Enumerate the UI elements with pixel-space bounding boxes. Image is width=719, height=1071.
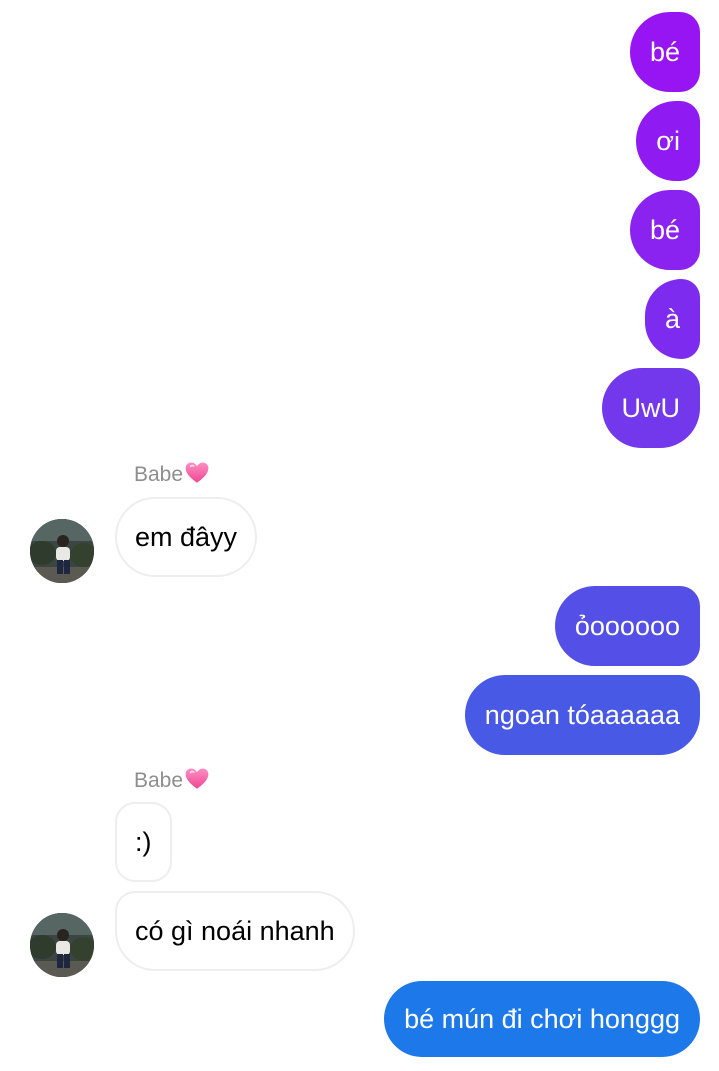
sender-name-label: Babe [134,769,184,792]
avatar[interactable] [30,913,94,977]
outgoing-message-bubble[interactable]: UwU [601,368,700,448]
sender-name: Babe [134,766,210,796]
pink-heart-icon [185,768,209,790]
sender-name: Babe [134,460,210,490]
outgoing-message-bubble[interactable]: bé [629,12,700,92]
message-thread: bé ơi bé à UwU Babe em đâyy ỏoooooo ngoa… [0,0,719,1071]
pink-heart-icon [185,462,209,484]
profile-photo-icon [30,913,94,977]
outgoing-message-bubble[interactable]: bé [629,190,700,270]
outgoing-message-bubble[interactable]: bé mún đi chơi honggg [384,981,700,1057]
outgoing-message-bubble[interactable]: ngoan tóaaaaaa [464,675,700,755]
incoming-message-bubble[interactable]: em đâyy [115,497,258,577]
outgoing-message-bubble[interactable]: ỏoooooo [554,586,700,666]
outgoing-message-bubble[interactable]: ơi [636,101,700,181]
incoming-message-bubble[interactable]: có gì noái nhanh [115,891,355,971]
outgoing-message-bubble[interactable]: à [644,279,700,359]
sender-name-label: Babe [134,463,184,486]
avatar[interactable] [30,519,94,583]
incoming-message-bubble[interactable]: :) [115,802,172,882]
profile-photo-icon [30,519,94,583]
